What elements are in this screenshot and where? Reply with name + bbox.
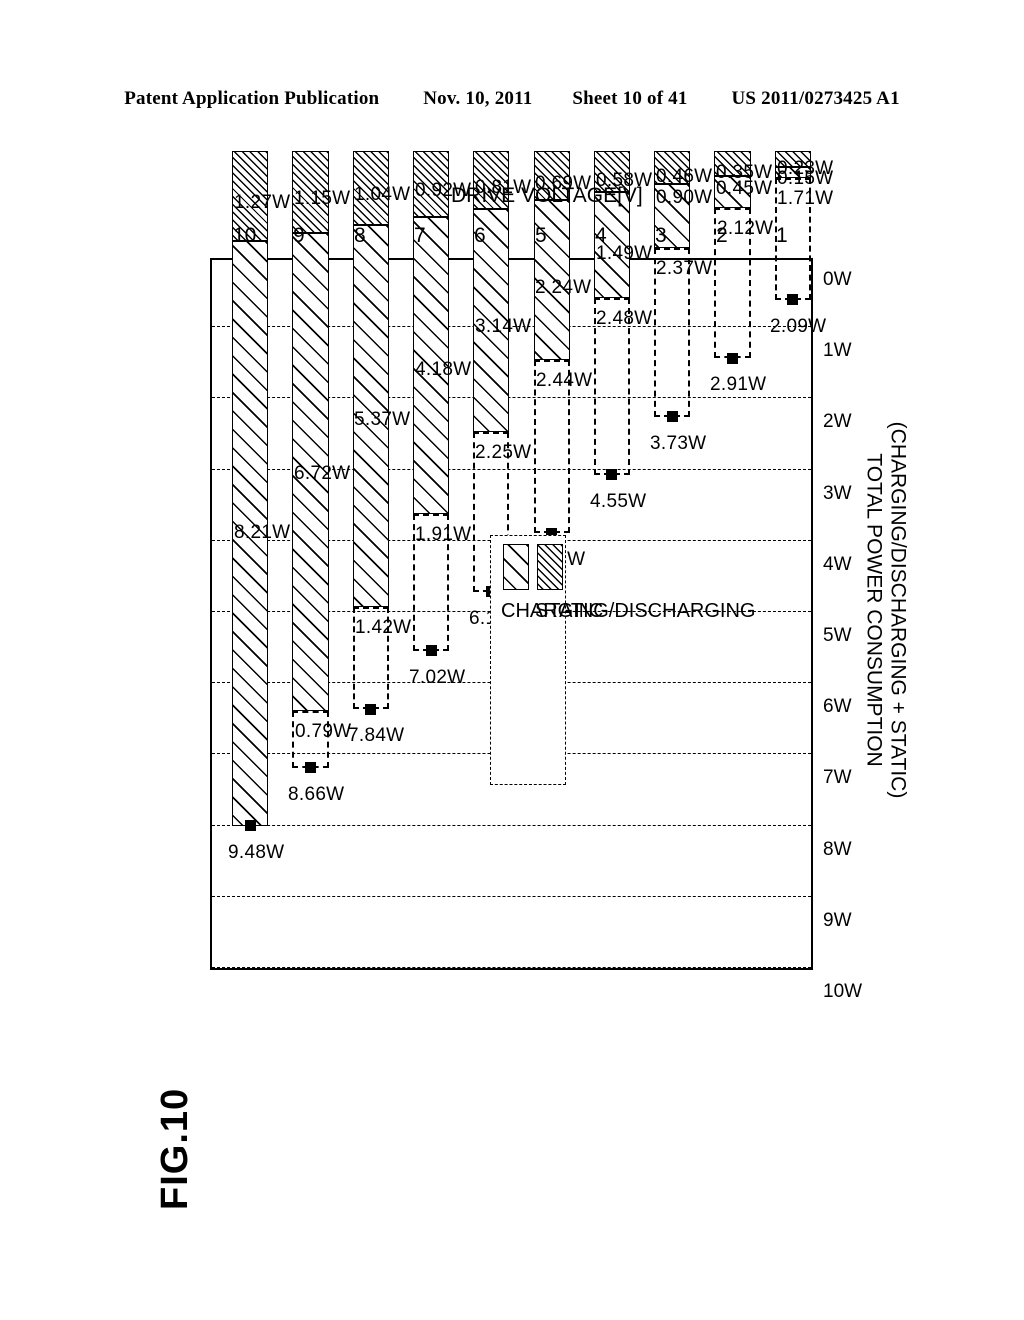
bar-label-remainder: 1.42W [354, 617, 412, 639]
bar-label-static: 0.23W [776, 158, 833, 180]
bar-group: 0.79W 6.72W 1.15W 8.66W [288, 151, 351, 968]
category-axis-title: DRIVE VOLTAGE[V] [451, 184, 643, 207]
bar-label-remainder: 2.44W [535, 369, 593, 391]
category-axis-tick: 7 [414, 224, 426, 247]
total-label: 3.73W [649, 432, 707, 454]
value-axis-tick: 4W [823, 553, 852, 575]
value-axis-tick: 8W [823, 838, 852, 860]
bar-label-charging-discharging: 5.37W [354, 408, 411, 430]
bar-label-static: 1.15W [294, 187, 351, 209]
legend: CHARGING/DISCHARGING STATIC [490, 535, 755, 785]
total-marker [727, 352, 739, 364]
category-axis-tick: 3 [655, 224, 667, 247]
category-axis-tick: 1 [775, 224, 788, 247]
plot-area: 8.21W 1.27W 9.48W 0.79W 6.72W 1.15W 8.66W 1.42W… [210, 151, 833, 970]
bar-label-charging-discharging: 3.14W [475, 316, 532, 337]
value-axis-tick: 6W [823, 696, 852, 718]
category-axis-tick: 8 [353, 224, 366, 247]
bar-label-remainder: 2.25W [475, 442, 532, 464]
total-label: 2.91W [710, 374, 767, 396]
category-axis-tick: 5 [534, 224, 547, 247]
bar-label-remainder: 2.48W [596, 308, 653, 330]
legend-swatch-static [537, 544, 563, 590]
chart: 8.21W 1.27W 9.48W 0.79W 6.72W 1.15W 8.66W 1.42W… [202, 151, 909, 1075]
total-label: 7.84W [348, 725, 405, 747]
total-label: 7.02W [408, 666, 466, 688]
total-marker [606, 469, 618, 481]
total-label: 9.48W [227, 841, 285, 863]
value-axis-tick: 2W [823, 411, 852, 433]
legend-swatch-charging-discharging [503, 544, 529, 590]
category-axis-tick: 2 [715, 224, 728, 247]
value-axis-title-line-2: TOTAL POWER CONSUMPTION [862, 453, 886, 767]
total-label: 8.66W [288, 783, 345, 805]
value-axis-tick: 5W [823, 625, 852, 646]
value-axis-tick: 10W [823, 981, 863, 1002]
total-marker [244, 820, 256, 832]
bar-label-charging-discharging: 6.72W [294, 462, 351, 484]
bar-group: 1.42W 5.37W 1.04W 7.84W [348, 151, 411, 968]
bar-label-static: 1.27W [233, 191, 291, 213]
value-axis-tick: 3W [823, 482, 852, 504]
bar-label-remainder: 1.91W [415, 524, 472, 546]
total-label: 2.09W [770, 315, 827, 337]
bar-label-remainder: 1.71W [776, 188, 834, 210]
bar-group: 1.71W 0.15W 0.23W 2.09W [770, 151, 833, 968]
value-axis-tick: 0W [823, 269, 852, 290]
bar-group: 1.91W 4.18W 0.92W 7.02W [409, 151, 472, 968]
total-label: 4.55W [589, 490, 646, 512]
bar-group: 8.21W 1.27W 9.48W [228, 151, 290, 968]
bar-label-charging-discharging: 2.24W [535, 276, 592, 298]
figure-stage: 8.21W 1.27W 9.48W 0.79W 6.72W 1.15W 8.66W 1.42W… [0, 0, 1024, 1320]
total-marker [425, 645, 437, 657]
category-axis-tick: 10 [233, 224, 257, 247]
bar-label-charging-discharging: 8.21W [233, 522, 291, 544]
category-axis-tick: 6 [474, 224, 487, 247]
value-axis-title-line-1: (CHARGING/DISCHARGING + STATIC) [886, 421, 910, 799]
bar-label-static: 0.46W [655, 165, 713, 187]
legend-label-static: STATIC [535, 600, 604, 622]
value-axis-title: (CHARGING/DISCHARGING + STATIC) TOTAL POW… [861, 310, 909, 910]
category-axis-tick: 9 [293, 224, 306, 247]
bar-label-remainder: 0.79W [294, 721, 351, 743]
category-axis-tick: 4 [594, 224, 607, 247]
total-marker [365, 703, 377, 715]
bar-label-static: 0.35W [716, 162, 773, 184]
value-axis-tick: 1W [823, 340, 852, 362]
total-marker [666, 411, 678, 423]
total-marker [304, 762, 316, 774]
bar-label-remainder: 2.37W [656, 257, 713, 279]
bar-label-static: 1.04W [354, 184, 411, 206]
bar-label-charging-discharging: 4.18W [414, 359, 472, 381]
bar-label-charging-discharging: 0.90W [655, 186, 713, 208]
value-axis-tick: 7W [823, 767, 852, 789]
total-marker [787, 294, 799, 306]
value-axis-tick: 9W [823, 909, 852, 931]
